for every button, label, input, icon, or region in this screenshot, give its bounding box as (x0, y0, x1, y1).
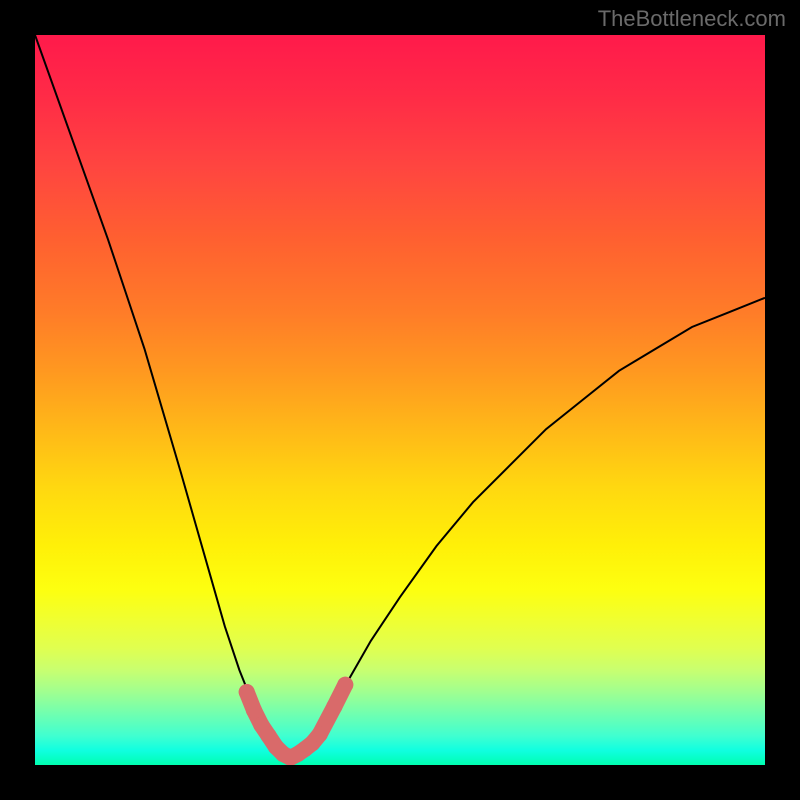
highlight-marker (337, 677, 353, 693)
highlight-marker (312, 726, 328, 742)
watermark-text: TheBottleneck.com (598, 6, 786, 32)
highlight-markers (239, 677, 354, 765)
chart-svg (35, 35, 765, 765)
highlight-marker (326, 699, 342, 715)
highlight-marker (246, 702, 262, 718)
bottleneck-curve (35, 35, 765, 758)
chart-plot-area (35, 35, 765, 765)
highlight-marker (239, 684, 255, 700)
